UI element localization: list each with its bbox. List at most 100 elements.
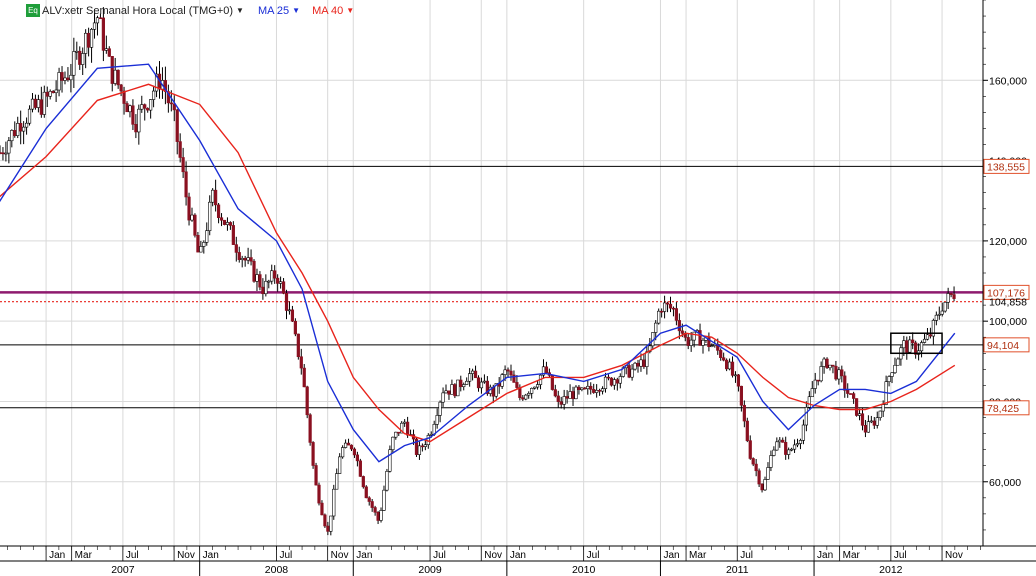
candle-body xyxy=(48,91,52,97)
ma25-label[interactable]: MA 25 xyxy=(258,5,289,17)
x-month-label: Jul xyxy=(740,550,753,561)
candle-body xyxy=(574,386,578,400)
candle-body xyxy=(4,152,8,155)
candle-body xyxy=(905,340,909,353)
candle-body xyxy=(506,369,510,372)
candle-body xyxy=(819,366,823,382)
candle-body xyxy=(807,396,811,408)
x-year-label: 2009 xyxy=(418,564,442,576)
candle-body xyxy=(677,320,681,332)
candle-body xyxy=(255,274,259,282)
candle-body xyxy=(671,307,676,310)
candle-body xyxy=(361,476,365,488)
candle-body xyxy=(320,502,324,516)
level-label-text: 78,425 xyxy=(987,403,1019,415)
x-month-label: Jan xyxy=(203,550,219,561)
candle-body xyxy=(216,204,221,218)
x-month-label: Mar xyxy=(75,550,93,561)
y-tick-label: 60,000 xyxy=(989,477,1021,489)
candle-body xyxy=(364,486,368,499)
candle-body xyxy=(261,286,265,295)
candle-body xyxy=(63,77,67,81)
symbol-label[interactable]: ALV:xetr Semanal Hora Local (TMG+0) xyxy=(42,5,233,17)
candle-body xyxy=(465,380,469,385)
candle-body xyxy=(852,393,856,399)
candle-body xyxy=(42,91,46,115)
candle-body xyxy=(24,122,29,128)
x-year-label: 2007 xyxy=(111,564,135,576)
candle-body xyxy=(119,84,123,92)
candle-body xyxy=(778,439,782,443)
candle-body xyxy=(589,385,593,390)
candle-body xyxy=(922,338,927,343)
candle-body xyxy=(450,384,454,395)
candle-body xyxy=(527,393,531,396)
candle-body xyxy=(125,103,129,113)
candle-body xyxy=(503,369,507,375)
candle-body xyxy=(745,420,749,441)
candle-body xyxy=(710,345,714,348)
candle-body xyxy=(603,376,608,389)
candle-body xyxy=(639,359,643,367)
candle-body xyxy=(665,302,670,305)
candle-body xyxy=(592,389,596,393)
ma25-dropdown-icon[interactable]: ▼ xyxy=(292,6,300,15)
candle-body xyxy=(789,448,794,451)
candle-body xyxy=(568,391,572,399)
candle-body xyxy=(51,91,55,94)
candle-body xyxy=(329,515,333,532)
candle-body xyxy=(571,391,575,400)
candle-body xyxy=(323,514,327,527)
y-tick-label: 100,000 xyxy=(989,316,1027,328)
candle-body xyxy=(60,72,64,81)
candle-body xyxy=(45,91,49,97)
candle-body xyxy=(349,444,354,450)
candle-body xyxy=(630,368,634,378)
candle-body xyxy=(583,387,587,390)
candle-body xyxy=(7,140,11,154)
x-year-label: 2012 xyxy=(879,564,903,576)
ma40-dropdown-icon[interactable]: ▼ xyxy=(346,6,354,15)
candle-body xyxy=(417,445,422,455)
candle-body xyxy=(246,257,250,261)
y-axis: 60,00080,000100,000120,000140,000160,000… xyxy=(982,0,1036,547)
candle-body xyxy=(686,337,690,346)
x-month-label: Mar xyxy=(843,550,861,561)
candle-body xyxy=(515,382,519,388)
candle-body xyxy=(595,389,599,393)
candle-body xyxy=(725,359,729,370)
candle-body xyxy=(199,246,203,253)
candle-body xyxy=(509,370,513,376)
candle-body xyxy=(766,467,770,480)
candle-body xyxy=(72,51,76,76)
candle-body xyxy=(798,440,803,444)
candle-body xyxy=(30,98,35,110)
candle-body xyxy=(113,69,117,84)
candle-body xyxy=(181,157,185,173)
candle-body xyxy=(341,447,345,458)
candle-body xyxy=(196,234,200,253)
candle-body xyxy=(211,189,215,203)
candle-body xyxy=(146,107,150,111)
candle-body xyxy=(394,431,398,438)
symbol-dropdown-icon[interactable]: ▼ xyxy=(236,6,244,15)
level-label-text: 94,104 xyxy=(987,340,1019,352)
candle-body xyxy=(816,379,820,382)
candle-body xyxy=(562,396,566,405)
candle-body xyxy=(219,217,224,221)
candle-body xyxy=(521,397,525,400)
candle-body xyxy=(654,322,658,333)
candle-body xyxy=(237,252,241,260)
candle-body xyxy=(22,126,26,132)
candle-body xyxy=(863,425,868,433)
candle-body xyxy=(343,442,348,448)
candle-body xyxy=(872,420,876,426)
x-month-label: Nov xyxy=(945,550,963,561)
candle-body xyxy=(600,388,605,392)
x-month-label: Jan xyxy=(49,550,65,561)
ma40-label[interactable]: MA 40 xyxy=(312,5,343,17)
candle-body xyxy=(757,470,761,485)
candle-body xyxy=(205,230,209,243)
candle-body xyxy=(813,379,817,389)
x-month-label: Jan xyxy=(510,550,526,561)
